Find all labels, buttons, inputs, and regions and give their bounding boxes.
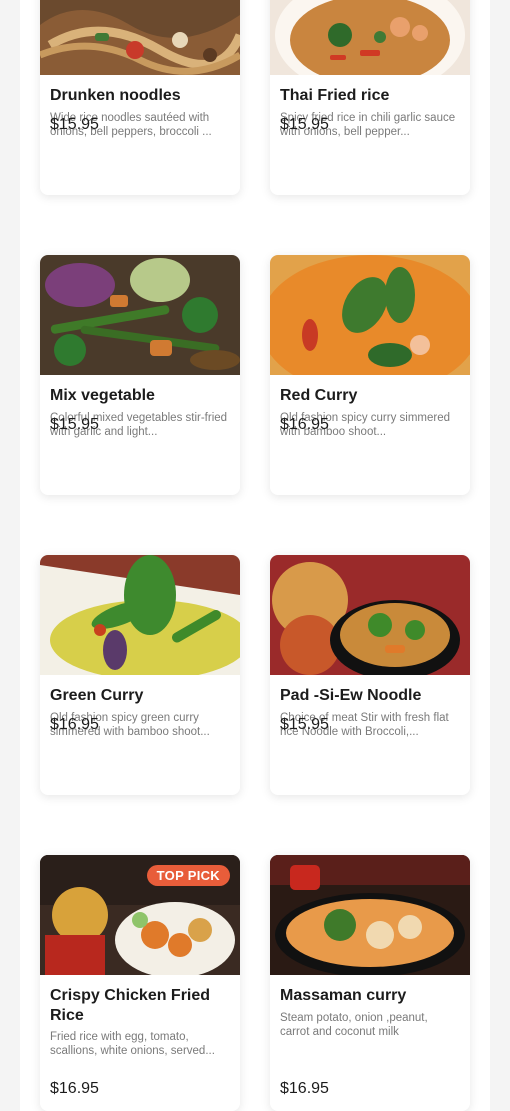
drunken-noodles-photo [40, 0, 240, 75]
menu-item-card[interactable]: Pad -Si-Ew Noodle Choice of meat Stir wi… [270, 555, 470, 795]
item-title: Drunken noodles [50, 87, 181, 104]
item-title: Red Curry [280, 387, 358, 404]
menu-item-card[interactable]: Thai Fried rice Spicy fried rice in chil… [270, 0, 470, 195]
menu-item-card[interactable]: Red Curry Old fashion spicy curry simmer… [270, 255, 470, 495]
item-description: Steam potato, onion ,peanut, carrot and … [280, 1011, 428, 1038]
item-price: $15.95 [50, 116, 99, 133]
item-price: $15.95 [50, 416, 99, 433]
menu-item-card[interactable]: Drunken noodles Wide rice noodles sautée… [40, 0, 240, 195]
item-price: $15.95 [280, 116, 329, 133]
item-price: $16.95 [50, 716, 99, 733]
menu-panel: Drunken noodles Wide rice noodles sautée… [20, 0, 490, 1111]
item-price: $15.95 [280, 716, 329, 733]
thai-fried-rice-photo [270, 0, 470, 75]
item-title: Green Curry [50, 687, 144, 704]
item-price: $16.95 [50, 1080, 99, 1097]
item-price: $16.95 [280, 416, 329, 433]
item-title: Massaman curry [280, 987, 407, 1004]
item-title: Pad -Si-Ew Noodle [280, 687, 422, 704]
menu-item-card[interactable]: Mix vegetable Colorful mixed vegetables … [40, 255, 240, 495]
item-description: Fried rice with egg, tomato, scallions, … [50, 1031, 215, 1057]
item-title: Mix vegetable [50, 387, 155, 404]
top-pick-badge: TOP PICK [146, 865, 230, 886]
menu-item-card[interactable]: TOP PICK Crispy Chicken Fried Rice Fried… [40, 855, 240, 1111]
menu-item-card[interactable]: Massaman curry Steam potato, onion ,pean… [270, 855, 470, 1111]
menu-item-card[interactable]: Green Curry Old fashion spicy green curr… [40, 555, 240, 795]
pad-si-ew-photo [270, 555, 470, 675]
massaman-curry-photo [270, 855, 470, 975]
item-title: Thai Fried rice [280, 87, 390, 104]
item-price: $16.95 [280, 1080, 329, 1097]
green-curry-photo [40, 555, 240, 675]
crispy-chicken-photo: TOP PICK [40, 855, 240, 975]
red-curry-photo [270, 255, 470, 375]
mix-vegetable-photo [40, 255, 240, 375]
item-title: Crispy Chicken Fried Rice [50, 987, 211, 1024]
